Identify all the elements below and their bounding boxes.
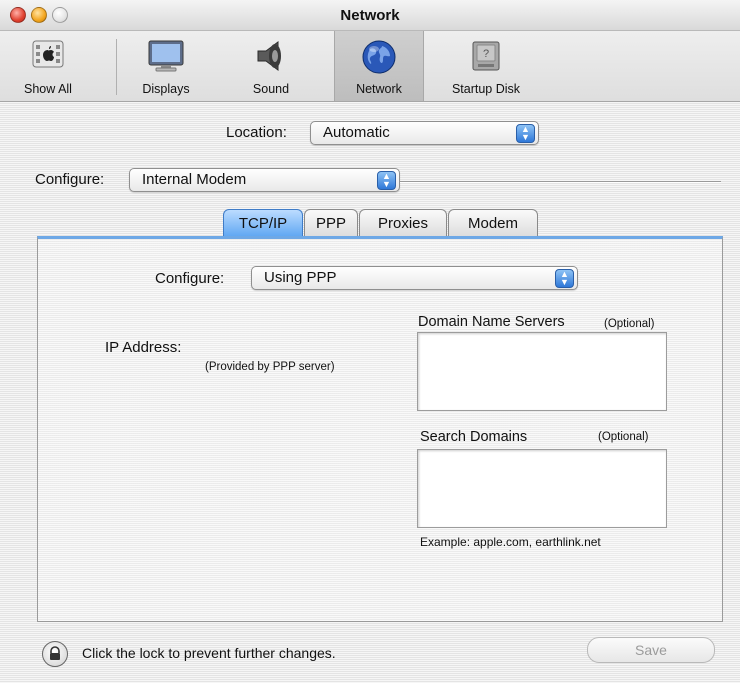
toolbar-startup-disk[interactable]: ? Startup Disk [440, 31, 532, 101]
lock-text: Click the lock to prevent further change… [82, 645, 336, 661]
dns-textarea[interactable] [417, 332, 667, 411]
save-button[interactable]: Save [587, 637, 715, 663]
apple-grid-icon [32, 40, 64, 68]
toolbar: Show All Displays Sound Network ? Startu… [0, 31, 740, 102]
toolbar-sound[interactable]: Sound [236, 31, 306, 101]
svg-text:?: ? [483, 48, 489, 60]
search-domains-textarea[interactable] [417, 449, 667, 528]
lock-button[interactable] [42, 641, 68, 667]
configure-label: Configure: [35, 171, 105, 188]
search-domains-optional: (Optional) [598, 431, 649, 443]
dns-optional: (Optional) [604, 318, 655, 330]
toolbar-label-displays: Displays [142, 82, 190, 96]
toolbar-displays[interactable]: Displays [128, 31, 204, 101]
window-title: Network [340, 7, 400, 24]
popup-arrows-icon: ▲ ▼ [555, 269, 574, 288]
location-value: Automatic [323, 124, 390, 141]
globe-icon [362, 40, 396, 74]
tab-modem[interactable]: Modem [448, 209, 538, 237]
panel-configure-popup[interactable]: Using PPP ▲ ▼ [251, 266, 578, 290]
configure-value: Internal Modem [142, 171, 247, 188]
toolbar-show-all[interactable]: Show All [18, 31, 78, 101]
toolbar-label-show-all: Show All [24, 82, 72, 96]
popup-arrows-icon: ▲ ▼ [516, 124, 535, 143]
toolbar-separator [116, 39, 117, 95]
lock-icon [50, 646, 60, 660]
display-icon [148, 40, 184, 72]
ip-address-label: IP Address: [105, 339, 182, 356]
title-bar: Network [0, 0, 740, 31]
tab-proxies[interactable]: Proxies [359, 209, 447, 237]
divider [400, 181, 721, 183]
tab-panel [37, 236, 723, 622]
panel-configure-value: Using PPP [264, 269, 337, 286]
dns-label: Domain Name Servers [418, 314, 565, 330]
popup-arrows-icon: ▲ ▼ [377, 171, 396, 190]
location-popup[interactable]: Automatic ▲ ▼ [310, 121, 539, 145]
panel-configure-label: Configure: [155, 270, 225, 287]
speaker-icon [257, 41, 281, 71]
search-domains-label: Search Domains [420, 429, 528, 445]
toolbar-label-network: Network [356, 82, 402, 96]
tab-tcpip[interactable]: TCP/IP [223, 209, 303, 237]
location-label: Location: [226, 124, 287, 141]
toolbar-network[interactable]: Network [334, 31, 424, 101]
disk-icon: ? [472, 41, 500, 71]
tab-ppp[interactable]: PPP [304, 209, 358, 237]
toolbar-label-startup-disk: Startup Disk [451, 82, 521, 96]
example-text: Example: apple.com, earthlink.net [420, 535, 601, 549]
toolbar-label-sound: Sound [252, 82, 290, 96]
configure-popup[interactable]: Internal Modem ▲ ▼ [129, 168, 400, 192]
ip-address-note: (Provided by PPP server) [205, 361, 335, 373]
